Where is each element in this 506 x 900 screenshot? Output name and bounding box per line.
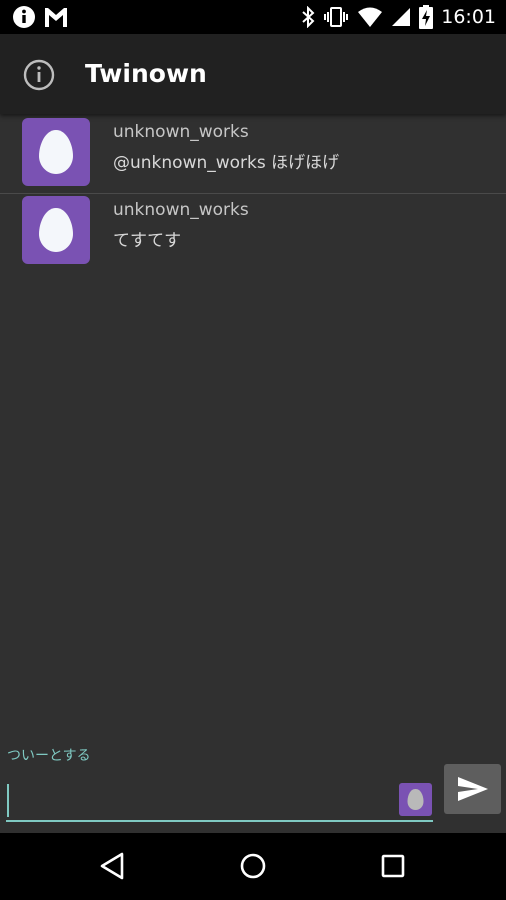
bluetooth-icon [302, 6, 315, 28]
navigation-bar [0, 833, 506, 900]
compose-hint-label: ついーとする [7, 748, 91, 764]
tweet-username: unknown_works [113, 200, 249, 220]
app-bar: Twinown [0, 34, 506, 114]
clock: 16:01 [441, 6, 496, 28]
back-button[interactable] [96, 849, 130, 883]
status-bar: 16:01 [0, 0, 506, 34]
notification-icons [12, 5, 68, 29]
tweet-text: @unknown_works ほげほげ [113, 153, 340, 173]
text-caret [7, 784, 9, 817]
tweet-text: てすてす [113, 231, 182, 251]
wifi-icon [358, 7, 383, 27]
timeline-list: unknown_works @unknown_works ほげほげ unknow… [0, 116, 506, 272]
tweet-username: unknown_works [113, 122, 249, 142]
app-title: Twinown [85, 59, 207, 88]
egg-avatar-icon [39, 208, 73, 252]
tweet-item[interactable]: unknown_works てすてす [0, 194, 506, 272]
battery-charging-icon [419, 5, 434, 29]
tweet-input[interactable] [6, 782, 433, 822]
info-button[interactable] [22, 58, 56, 92]
egg-avatar-icon [407, 789, 424, 810]
vibrate-icon [324, 7, 349, 27]
gmail-icon [45, 8, 67, 27]
user-avatar[interactable] [22, 196, 90, 264]
egg-avatar-icon [39, 130, 73, 174]
home-icon [240, 853, 266, 879]
back-icon [100, 852, 124, 880]
send-button[interactable] [444, 764, 501, 814]
account-selector-avatar[interactable] [399, 783, 432, 816]
info-icon [13, 6, 35, 28]
user-avatar[interactable] [22, 118, 90, 186]
tweet-item[interactable]: unknown_works @unknown_works ほげほげ [0, 116, 506, 194]
home-button[interactable] [236, 849, 270, 883]
recents-button[interactable] [376, 849, 410, 883]
info-outline-icon [23, 59, 55, 91]
signal-icon [392, 8, 411, 26]
send-icon [458, 777, 488, 801]
recents-icon [381, 854, 405, 878]
system-icons: 16:01 [301, 0, 496, 34]
